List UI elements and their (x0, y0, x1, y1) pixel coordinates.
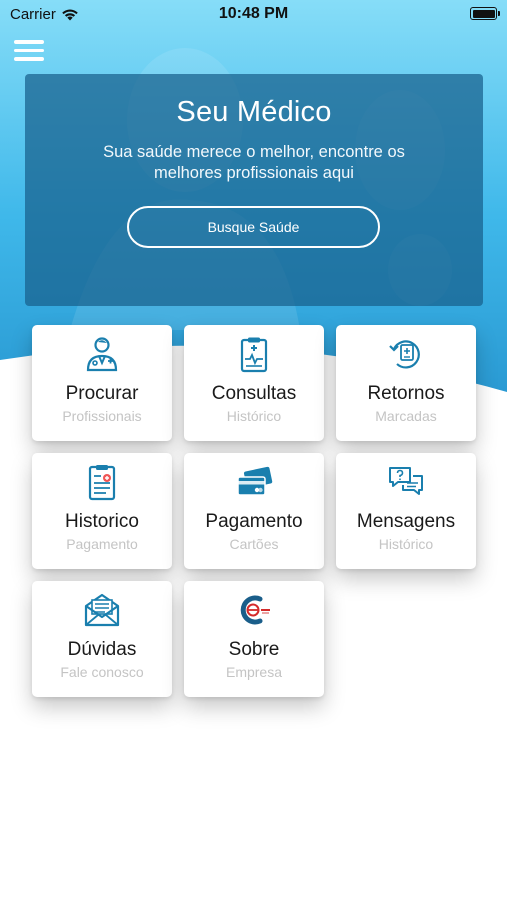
card-subtitle: Histórico (226, 408, 282, 424)
battery-icon (470, 7, 500, 20)
card-mensagens[interactable]: Mensagens Histórico (336, 453, 476, 569)
chat-bubbles-icon (389, 467, 423, 495)
card-subtitle: Histórico (378, 536, 434, 552)
card-procurar[interactable]: Procurar Profissionais (32, 325, 172, 441)
card-title: Historico (65, 511, 139, 532)
card-title: Consultas (211, 383, 297, 404)
card-historico[interactable]: Historico Pagamento (32, 453, 172, 569)
hero-banner: Seu Médico Sua saúde merece o melhor, en… (25, 74, 483, 306)
hamburger-menu-icon[interactable] (14, 40, 44, 64)
clock: 10:48 PM (218, 5, 289, 22)
card-title: Procurar (65, 383, 139, 404)
search-health-button[interactable]: Busque Saúde (127, 206, 380, 248)
credit-cards-icon (237, 466, 273, 496)
envelope-icon (84, 593, 120, 627)
doctor-icon (86, 337, 118, 372)
return-history-icon (389, 340, 420, 369)
card-title: Mensagens (356, 511, 456, 532)
card-sobre[interactable]: Sobre Empresa (184, 581, 324, 697)
status-bar: Carrier 10:48 PM (0, 0, 507, 28)
card-pagamento[interactable]: Pagamento Cartões (184, 453, 324, 569)
card-subtitle: Pagamento (66, 536, 138, 552)
card-title: Sobre (228, 639, 280, 660)
clipboard-heartbeat-icon (240, 337, 268, 373)
page-title: Seu Médico (176, 96, 332, 128)
medical-record-icon (88, 465, 116, 501)
card-subtitle: Fale conosco (60, 664, 144, 680)
banner-subtitle: Sua saúde merece o melhor, encontre os m… (103, 143, 405, 182)
card-subtitle: Cartões (229, 536, 279, 552)
card-title: Pagamento (205, 511, 303, 532)
card-title: Dúvidas (67, 639, 137, 660)
card-subtitle: Profissionais (62, 408, 142, 424)
card-duvidas[interactable]: Dúvidas Fale conosco (32, 581, 172, 697)
card-subtitle: Marcadas (375, 408, 437, 424)
card-subtitle: Empresa (225, 664, 283, 680)
card-title: Retornos (367, 383, 445, 404)
card-consultas[interactable]: Consultas Histórico (184, 325, 324, 441)
company-logo-icon (240, 595, 270, 625)
card-retornos[interactable]: Retornos Marcadas (336, 325, 476, 441)
